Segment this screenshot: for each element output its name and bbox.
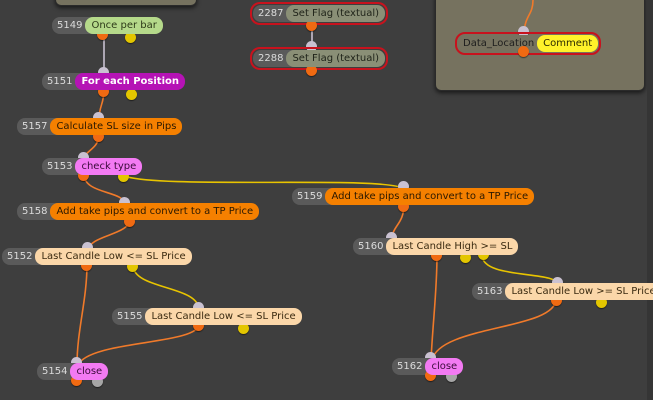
node-label: Set Flag (textual) [286,5,386,22]
node-id: Data_Location [458,35,547,52]
node-label: close [70,363,109,380]
output-pin-icon[interactable] [126,89,137,100]
node-5159[interactable]: 5159 Add take pips and convert to a TP P… [292,188,535,205]
node-label: Last Candle High >= SL [386,238,519,255]
node-5155[interactable]: 5155 Last Candle Low <= SL Price [112,308,302,325]
wire-5160-5163 [481,254,559,286]
wire-5153-5159 [121,174,405,190]
node-5160[interactable]: 5160 Last Candle High >= SL [353,238,519,255]
node-label: Last Candle Low >= SL Price [505,283,653,300]
node-5163[interactable]: 5163 Last Candle Low >= SL Price [472,283,653,300]
node-5153[interactable]: 5153 check type [42,158,143,175]
vertical-scrollbar[interactable] [647,0,653,400]
node-label: Last Candle Low <= SL Price [145,308,302,325]
node-5149[interactable]: 5149 Once per bar [52,17,163,34]
node-label: Last Candle Low <= SL Price [35,248,192,265]
node-label: Calculate SL size in Pips [50,118,183,135]
node-2287[interactable]: 2287 Set Flag (textual) [250,2,389,25]
node-label: Add take pips and convert to a TP Price [325,188,535,205]
graph-canvas[interactable]: 5149 Once per bar 5151 For each Position… [0,0,653,400]
node-5154[interactable]: 5154 close [37,363,109,380]
node-5152[interactable]: 5152 Last Candle Low <= SL Price [2,248,192,265]
wire-5155-5154 [77,323,200,366]
node-label: check type [75,158,143,175]
node-5158[interactable]: 5158 Add take pips and convert to a TP P… [17,203,260,220]
output-pin-icon[interactable] [518,46,529,57]
node-label: For each Position [75,73,185,90]
wire-5160-5162 [430,254,438,361]
node-label: Comment [537,35,599,52]
wire-5152-5155 [132,264,200,311]
node-5151[interactable]: 5151 For each Position [42,73,185,90]
wire-5152-5154 [76,263,88,366]
node-label: close [425,358,464,375]
wire-5163-5162 [431,298,557,361]
node-5162[interactable]: 5162 close [392,358,464,375]
node-label: Once per bar [85,17,163,34]
node-label: Set Flag (textual) [286,50,386,67]
node-label: Add take pips and convert to a TP Price [50,203,260,220]
node-2288[interactable]: 2288 Set Flag (textual) [250,47,389,70]
node-5157[interactable]: 5157 Calculate SL size in Pips [17,118,183,135]
